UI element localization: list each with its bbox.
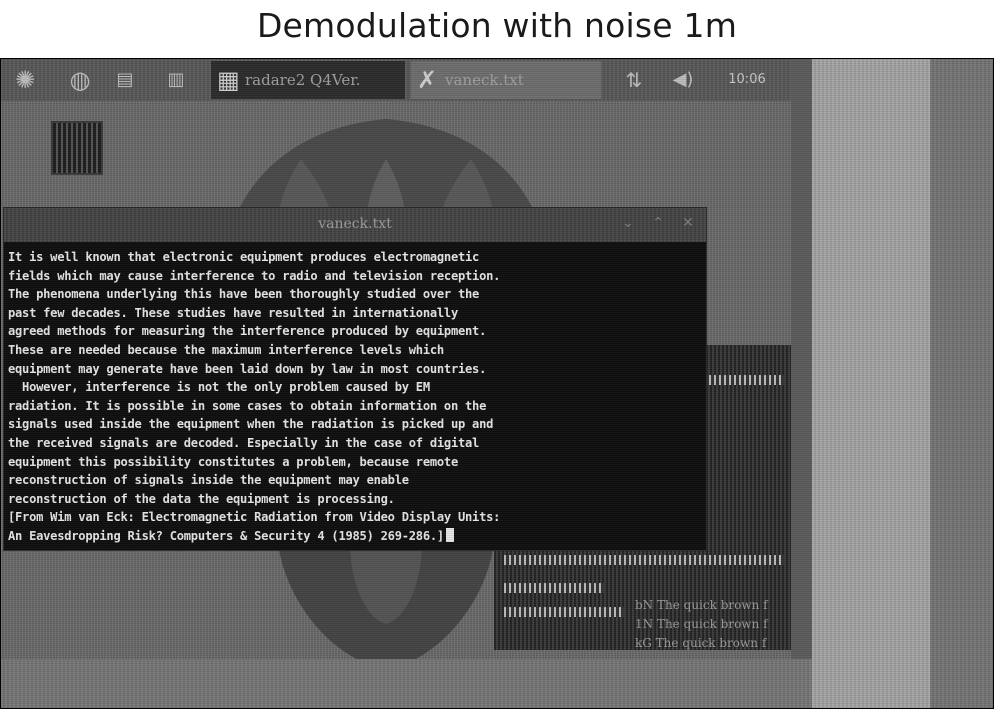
text-line: agreed methods for measuring the interfe… (8, 324, 487, 339)
text-editor-window[interactable]: vaneck.txt ⌄ ⌃ ✕ It is well known that e… (3, 207, 707, 551)
text-line: An Eavesdropping Risk? Computers & Secur… (8, 528, 444, 543)
bottom-strip (1, 659, 812, 708)
noise-stripe (504, 583, 604, 593)
vertical-band-mid (930, 59, 993, 708)
network-icon[interactable]: ⇅ (619, 64, 649, 96)
text-cursor (445, 527, 454, 542)
taskbar-task-editor[interactable]: ✗ vaneck.txt (411, 61, 601, 99)
document-text-area[interactable]: It is well known that electronic equipme… (8, 248, 704, 546)
text-line: The phenomena underlying this have been … (8, 287, 480, 302)
clock[interactable]: 10:06 (717, 64, 777, 96)
taskbar: ✺ ◍ ▤ ▥ ▦ radare2 Q4Ver. ✗ vaneck.txt ⇅ … (1, 59, 791, 101)
taskbar-task-label: vaneck.txt (445, 71, 524, 89)
noise-stripe (504, 555, 784, 565)
figure-title: Demodulation with noise 1m (256, 6, 738, 45)
maximize-icon[interactable]: ⌃ (650, 215, 666, 231)
terminal-line: kG The quick brown f (635, 636, 767, 650)
text-line: radiation. It is possible in some cases … (8, 398, 487, 413)
minimize-icon[interactable]: ⌄ (620, 215, 636, 231)
text-line: fields which may cause interference to r… (8, 268, 501, 283)
terminal-line: bN The quick brown f (635, 598, 768, 612)
text-line-last: An Eavesdropping Risk? Computers & Secur… (8, 527, 704, 546)
vertical-band-light (812, 59, 930, 708)
menu-icon[interactable]: ✺ (7, 64, 43, 96)
close-icon[interactable]: ✕ (680, 215, 696, 231)
terminal-line: 1N The quick brown f (635, 617, 768, 631)
text-line: past few decades. These studies have res… (8, 305, 458, 320)
vertical-band (791, 59, 812, 708)
text-line: the received signals are decoded. Especi… (8, 435, 480, 450)
window-title: vaneck.txt (318, 216, 392, 232)
text-line: equipment this possibility constitutes a… (8, 454, 458, 469)
noise-stripe (504, 607, 624, 617)
text-line: reconstruction of signals inside the equ… (8, 473, 409, 488)
terminal-launcher-icon[interactable]: ▥ (151, 64, 201, 96)
taskbar-task-terminal[interactable]: ▦ radare2 Q4Ver. (211, 61, 405, 99)
file-manager-icon[interactable]: ▤ (105, 64, 145, 96)
desktop-file-icon[interactable] (51, 121, 103, 175)
text-line: It is well known that electronic equipme… (8, 250, 480, 264)
demodulated-screen-image: ✺ ◍ ▤ ▥ ▦ radare2 Q4Ver. ✗ vaneck.txt ⇅ … (0, 58, 994, 709)
background-terminal-text: bN The quick brown f 1N The quick brown … (635, 596, 768, 653)
text-line: [From Wim van Eck: Electromagnetic Radia… (8, 510, 501, 525)
text-editor-icon: ✗ (417, 66, 438, 94)
taskbar-task-label: radare2 Q4Ver. (245, 71, 361, 89)
text-line: However, interference is not the only pr… (8, 380, 430, 395)
window-titlebar[interactable]: vaneck.txt ⌄ ⌃ ✕ (4, 208, 706, 242)
volume-icon[interactable]: ◀) (665, 64, 701, 96)
browser-icon[interactable]: ◍ (61, 64, 99, 96)
text-line: reconstruction of the data the equipment… (8, 491, 395, 506)
text-line: equipment may generate have been laid do… (8, 361, 487, 376)
text-line: These are needed because the maximum int… (8, 342, 444, 357)
text-line: signals used inside the equipment when t… (8, 417, 494, 432)
terminal-icon: ▦ (217, 66, 240, 94)
